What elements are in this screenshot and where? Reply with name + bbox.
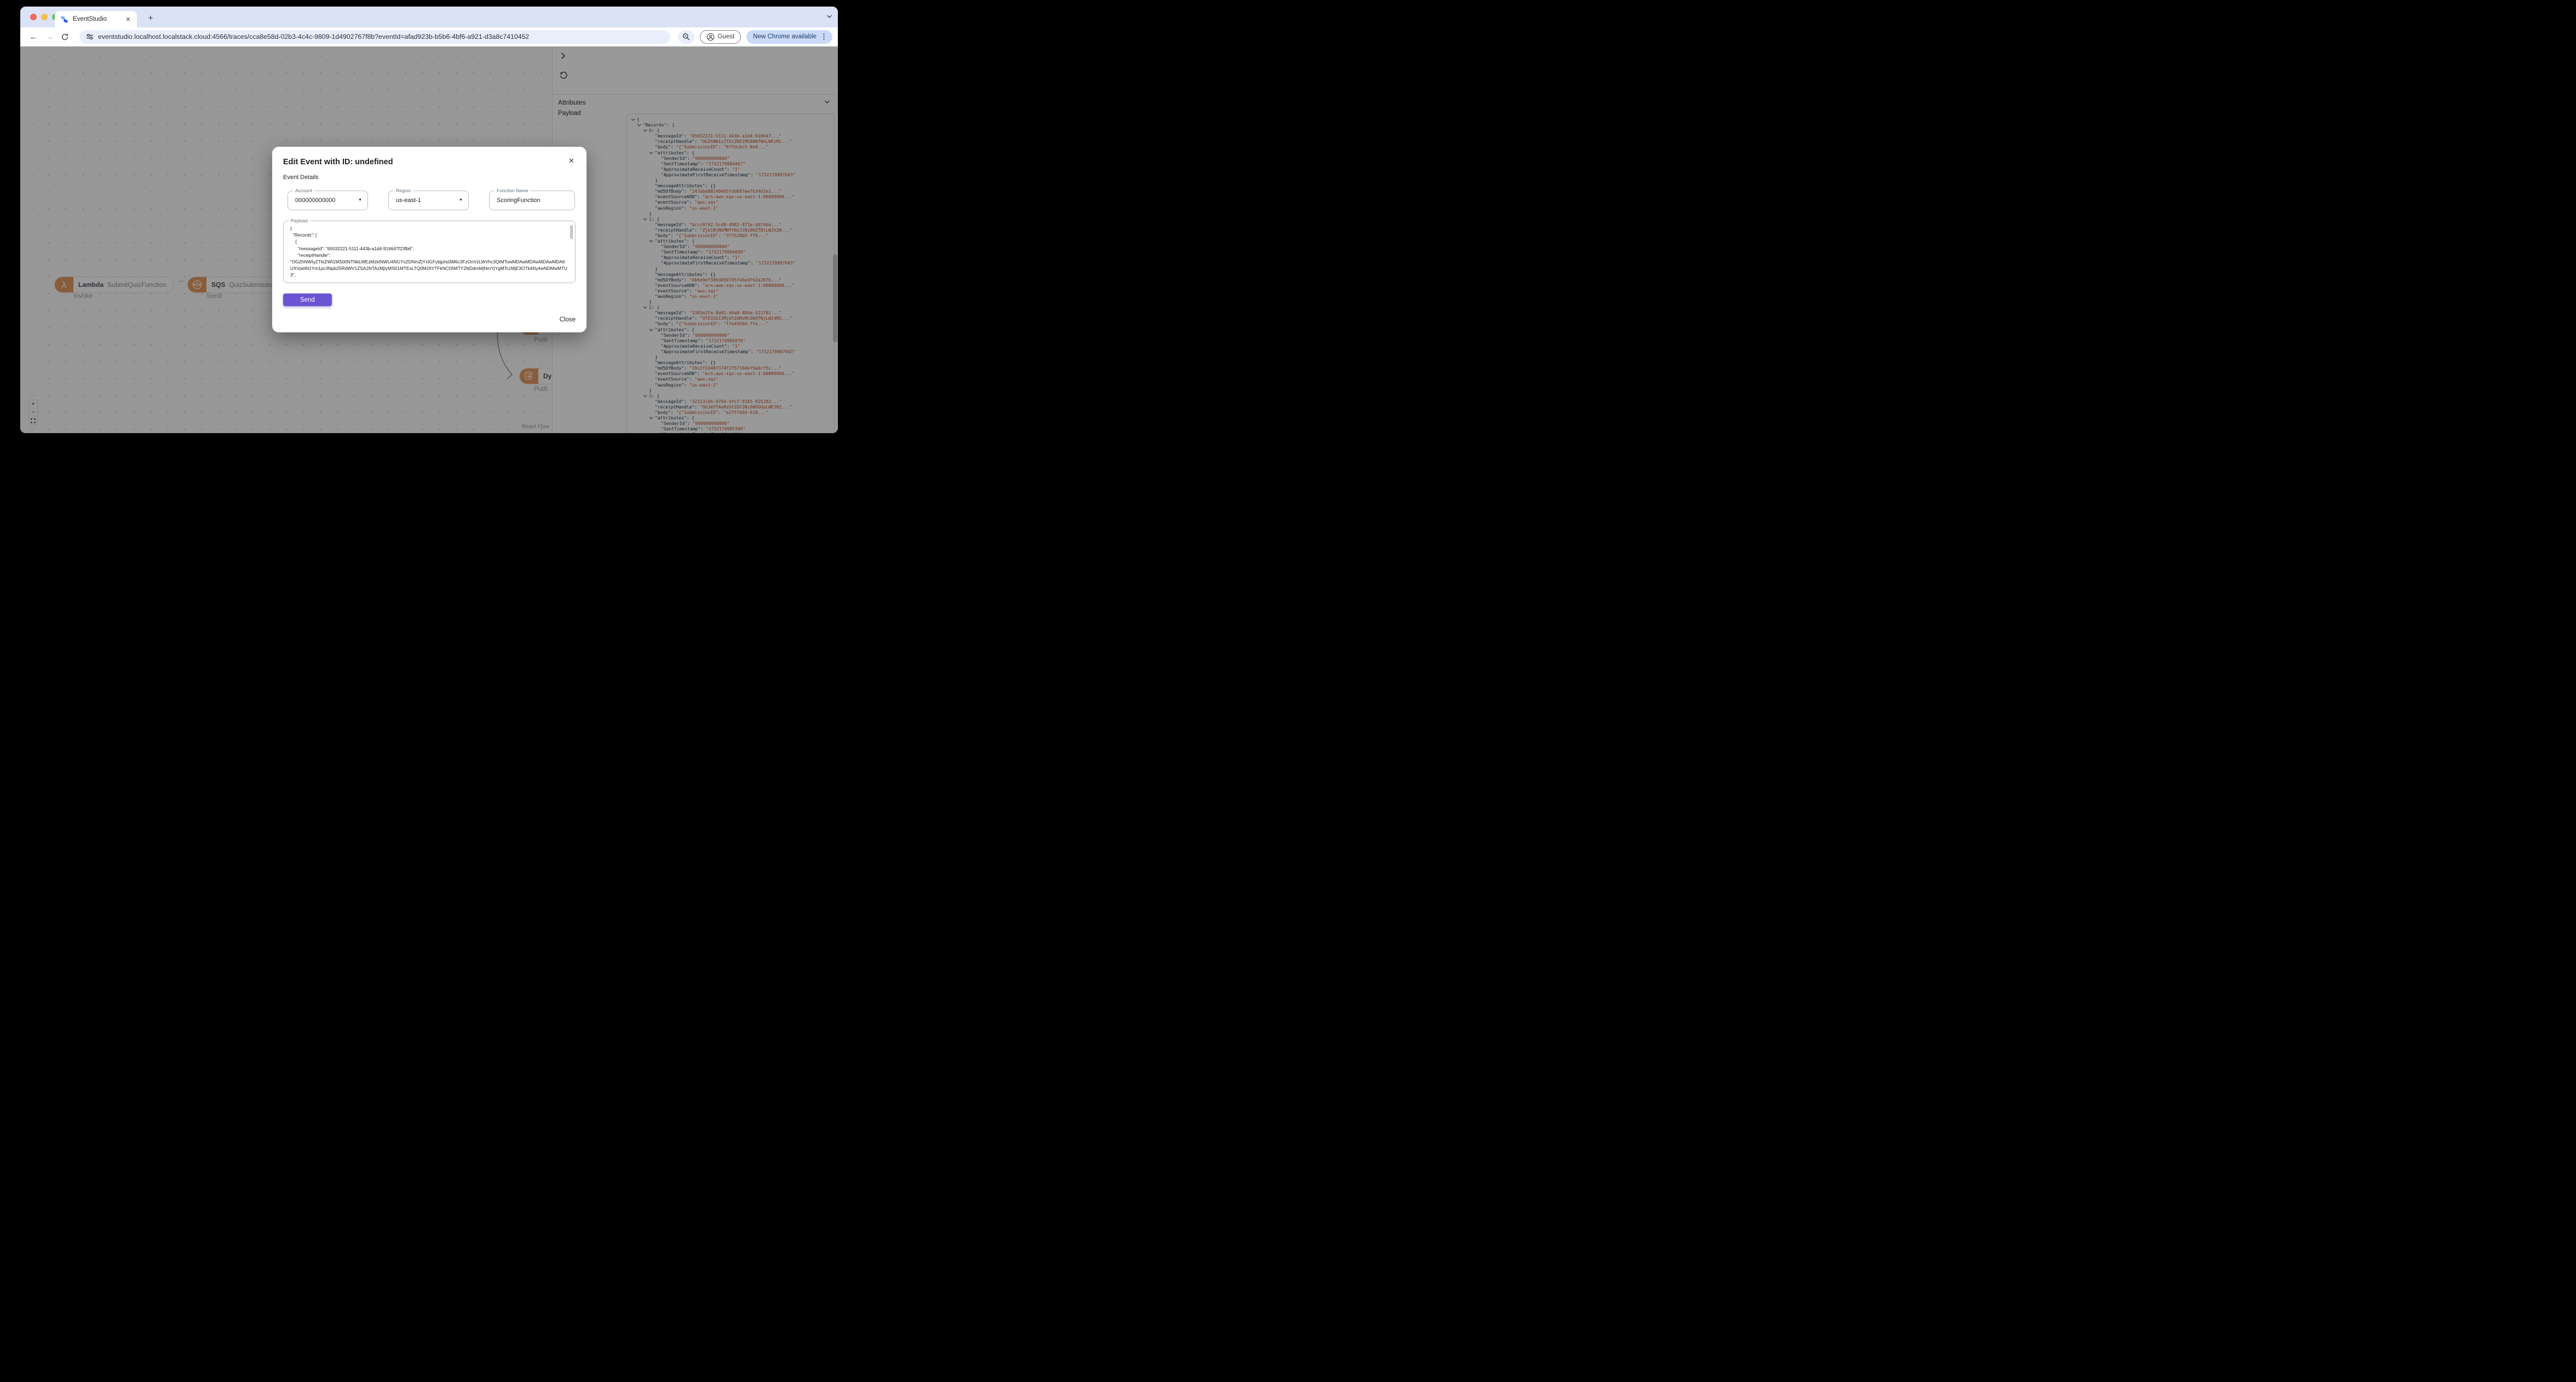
tab-title: EventStudio (73, 16, 107, 22)
back-button[interactable]: ← (28, 32, 39, 42)
browser-toolbar: ← → eventstudio.localhost.localstack.clo… (20, 27, 838, 47)
url-text[interactable]: eventstudio.localhost.localstack.cloud:4… (98, 33, 529, 41)
reload-button[interactable] (61, 33, 72, 41)
function-name-value: ScoringFunction (497, 197, 540, 204)
eventstudio-favicon (61, 15, 68, 23)
tab-strip: EventStudio ✕ + (20, 7, 838, 27)
payload-textarea[interactable]: Payload { "Records": [ { "messageId": "6… (283, 218, 576, 283)
forward-button: → (45, 32, 54, 42)
account-value: 000000000000 (295, 197, 336, 204)
tab-close-icon[interactable]: ✕ (124, 16, 133, 23)
dropdown-caret-icon[interactable]: ▼ (358, 198, 362, 202)
send-button[interactable]: Send (283, 293, 332, 306)
close-button[interactable]: Close (560, 316, 576, 323)
payload-scrollbar[interactable] (570, 225, 573, 239)
tab-eventstudio[interactable]: EventStudio ✕ (55, 11, 137, 27)
modal-title: Edit Event with ID: undefined (283, 158, 393, 166)
site-settings-icon[interactable] (86, 33, 94, 41)
page-content: λ Lambda SubmitQuizFunction Invoke → SQS… (20, 47, 838, 433)
address-bar[interactable]: eventstudio.localhost.localstack.cloud:4… (79, 30, 670, 44)
function-name-field[interactable]: Function Name ScoringFunction (489, 188, 575, 210)
minimize-window-button[interactable] (41, 14, 48, 20)
dropdown-caret-icon[interactable]: ▼ (459, 198, 463, 202)
edit-event-modal: Edit Event with ID: undefined ✕ Event De… (272, 147, 586, 332)
profile-chip[interactable]: Guest (699, 30, 741, 44)
update-label: New Chrome available (753, 33, 817, 40)
zoom-icon[interactable] (677, 30, 694, 44)
region-value: us-east-1 (396, 197, 421, 204)
person-icon (706, 33, 714, 41)
browser-window: EventStudio ✕ + ← → eventstudio.localhos… (20, 7, 838, 433)
payload-value[interactable]: { "Records": [ { "messageId": "65032221-… (290, 225, 567, 280)
account-select[interactable]: Account 000000000000 ▼ (288, 188, 368, 210)
tab-search-chevron-icon[interactable] (826, 14, 832, 19)
region-select[interactable]: Region us-east-1 ▼ (388, 188, 469, 210)
chrome-update-chip[interactable]: New Chrome available ⋮ (746, 30, 832, 44)
close-window-button[interactable] (30, 14, 37, 20)
new-tab-button[interactable]: + (144, 12, 157, 25)
modal-close-icon[interactable]: ✕ (568, 157, 574, 165)
screen: EventStudio ✕ + ← → eventstudio.localhos… (0, 0, 859, 460)
event-details-label: Event Details (283, 174, 319, 181)
payload-label: Payload (289, 218, 310, 223)
menu-kebab-icon[interactable]: ⋮ (820, 32, 827, 41)
profile-label: Guest (717, 33, 735, 40)
